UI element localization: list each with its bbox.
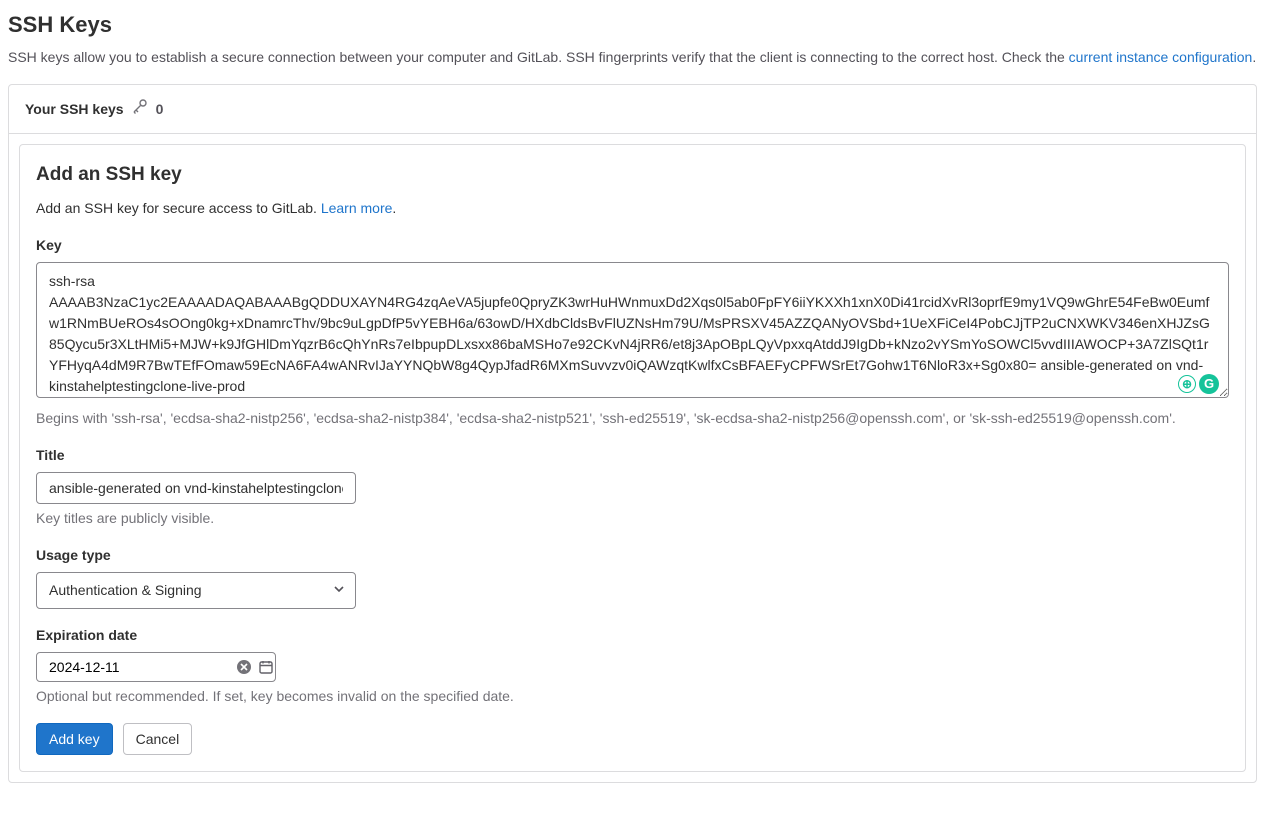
page-title: SSH Keys (8, 8, 1257, 41)
key-count: 0 (156, 99, 164, 120)
title-help-text: Key titles are publicly visible. (36, 508, 1229, 529)
cancel-button[interactable]: Cancel (123, 723, 193, 755)
expiration-date-input[interactable] (49, 659, 230, 675)
ssh-keys-panel: Your SSH keys 0 Add an SSH key Add an SS… (8, 84, 1257, 783)
grammarly-widget[interactable]: ⊕ G (1178, 374, 1219, 394)
learn-more-link[interactable]: Learn more (321, 200, 393, 216)
title-label: Title (36, 445, 1229, 466)
intro-text: SSH keys allow you to establish a secure… (8, 49, 1069, 65)
grammarly-add-icon[interactable]: ⊕ (1178, 375, 1196, 393)
usage-type-label: Usage type (36, 545, 1229, 566)
intro-suffix: . (1252, 49, 1256, 65)
calendar-icon[interactable] (258, 659, 274, 675)
title-input[interactable] (36, 472, 356, 504)
instance-config-link[interactable]: current instance configuration (1069, 49, 1253, 65)
key-icon (132, 98, 148, 120)
clear-date-button[interactable] (236, 659, 252, 675)
key-textarea[interactable] (36, 262, 1229, 398)
panel-header: Your SSH keys 0 (9, 85, 1256, 134)
chevron-down-icon (333, 580, 345, 601)
panel-header-label: Your SSH keys (25, 99, 124, 120)
usage-type-select[interactable]: Authentication & Signing (36, 572, 356, 609)
page-intro: SSH keys allow you to establish a secure… (8, 47, 1257, 68)
add-key-form: Add an SSH key Add an SSH key for secure… (19, 144, 1246, 772)
expiration-help-text: Optional but recommended. If set, key be… (36, 686, 1229, 707)
form-intro-suffix: . (392, 200, 396, 216)
key-help-text: Begins with 'ssh-rsa', 'ecdsa-sha2-nistp… (36, 408, 1229, 429)
form-title: Add an SSH key (36, 161, 1229, 190)
key-label: Key (36, 235, 1229, 256)
usage-type-value: Authentication & Signing (49, 580, 202, 601)
form-intro: Add an SSH key for secure access to GitL… (36, 198, 1229, 219)
form-intro-text: Add an SSH key for secure access to GitL… (36, 200, 321, 216)
grammarly-icon[interactable]: G (1199, 374, 1219, 394)
add-key-button[interactable]: Add key (36, 723, 113, 755)
expiration-date-field[interactable] (36, 652, 276, 682)
expiration-label: Expiration date (36, 625, 1229, 646)
